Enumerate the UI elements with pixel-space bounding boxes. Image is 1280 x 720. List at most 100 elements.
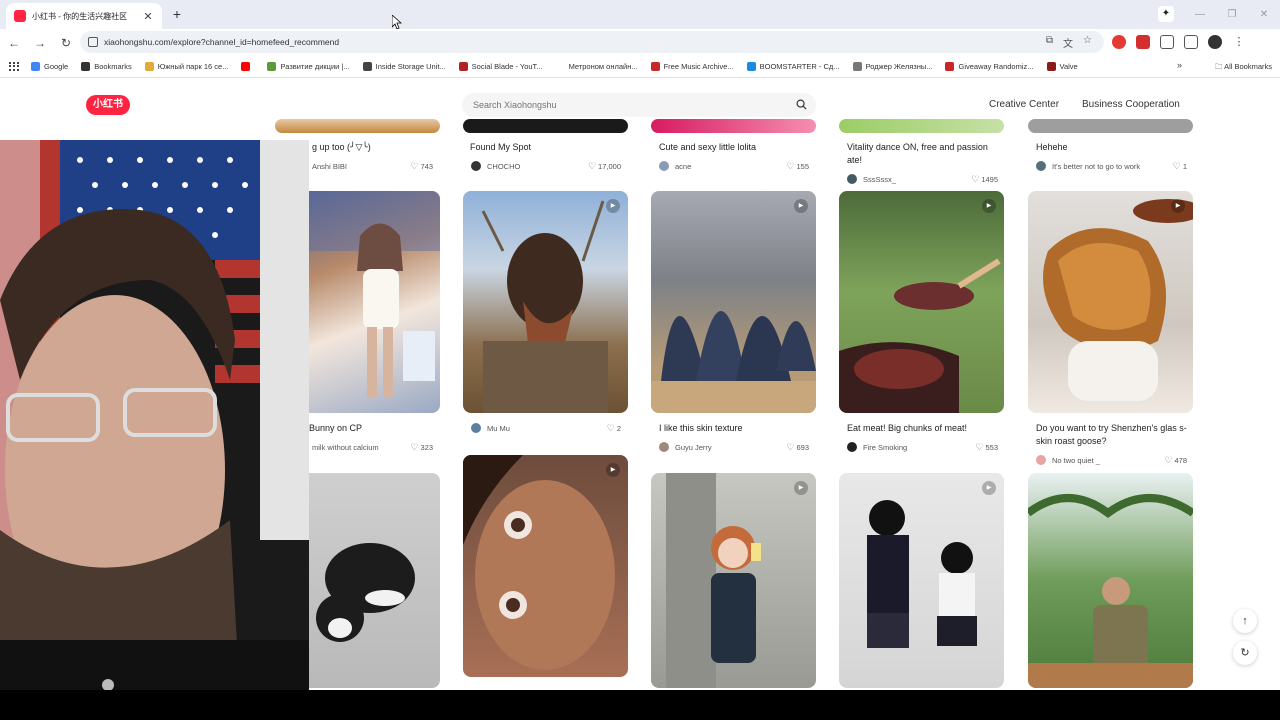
like-count[interactable]: ♡ 17,000: [576, 161, 621, 172]
browser-toolbar: ← → ↻ xiaohongshu.com/explore?channel_id…: [0, 29, 1280, 56]
bookmarks-overflow-button[interactable]: »: [1176, 60, 1182, 70]
like-count[interactable]: ♡ 2: [596, 423, 621, 434]
reload-icon[interactable]: ↻: [54, 33, 78, 53]
creative-center-link[interactable]: Creative Center: [989, 99, 1059, 110]
like-count[interactable]: ♡ 323: [400, 442, 433, 453]
note-author[interactable]: Anshi BIBI: [312, 160, 347, 172]
xiaohongshu-favicon-icon: [14, 10, 26, 22]
note-title[interactable]: Found My Spot: [470, 141, 625, 154]
note-author[interactable]: milk without calcium: [312, 441, 379, 453]
address-bar[interactable]: xiaohongshu.com/explore?channel_id=homef…: [80, 31, 1104, 53]
bookmark-item[interactable]: [241, 62, 254, 71]
author-name: Mu Mu: [487, 423, 510, 433]
note-title[interactable]: Bunny on CP: [309, 422, 439, 435]
restore-icon[interactable]: ❐: [1216, 9, 1248, 20]
site-settings-icon[interactable]: [88, 37, 98, 47]
like-count[interactable]: ♡ 1: [1160, 161, 1187, 172]
translate-icon[interactable]: 文: [1063, 35, 1073, 50]
bookmark-item[interactable]: Развитие дикции |...: [267, 62, 350, 71]
extensions-puzzle-icon[interactable]: [1160, 35, 1174, 49]
like-count[interactable]: ♡ 553: [964, 442, 998, 453]
bookmark-item[interactable]: Bookmarks: [81, 62, 132, 71]
note-cover-image[interactable]: ▶: [463, 191, 628, 413]
note-author[interactable]: It's better not to go to work: [1036, 160, 1140, 172]
bookmark-item[interactable]: Inside Storage Unit...: [362, 62, 446, 71]
note-cover-image[interactable]: ▶: [651, 191, 816, 413]
bookmark-favicon-icon: [267, 62, 277, 71]
bookmark-item[interactable]: BOOMSTARTER - Сд...: [746, 62, 840, 71]
bookmark-item[interactable]: Social Blade - YouT...: [458, 62, 543, 71]
bookmark-item[interactable]: Valve: [1046, 62, 1078, 71]
note-cover-image[interactable]: [651, 119, 816, 133]
minimize-icon[interactable]: —: [1184, 9, 1216, 20]
menu-kebab-icon[interactable]: ⋮: [1232, 35, 1246, 49]
mouse-cursor-icon: [392, 15, 402, 29]
note-title[interactable]: Vitality dance ON, free and passion ate!: [847, 141, 1002, 167]
profile-avatar[interactable]: [1208, 35, 1222, 49]
like-count[interactable]: ♡ 155: [776, 161, 809, 172]
author-name: Fire Smoking: [863, 442, 908, 452]
note-cover-image[interactable]: [275, 119, 440, 133]
browser-tab[interactable]: 小红书 - 你的生活兴趣社区 ✕: [6, 3, 162, 29]
like-count[interactable]: ♡ 693: [776, 442, 809, 453]
bookmark-item[interactable]: Giveaway Randomiz...: [945, 62, 1034, 71]
note-title[interactable]: Eat meat! Big chunks of meat!: [847, 422, 1002, 435]
note-author[interactable]: Guyu Jerry: [659, 441, 712, 453]
note-author[interactable]: Mu Mu: [471, 422, 510, 434]
note-cover-image[interactable]: [1028, 119, 1193, 133]
note-cover-image[interactable]: [1028, 473, 1193, 688]
forward-icon[interactable]: →: [28, 33, 52, 53]
note-author[interactable]: CHOCHO: [471, 160, 520, 172]
bookmark-item[interactable]: Google: [31, 62, 68, 71]
note-author[interactable]: SssSssx_: [847, 173, 896, 185]
business-cooperation-link[interactable]: Business Cooperation: [1082, 99, 1180, 110]
heart-icon: ♡: [975, 442, 984, 452]
like-count[interactable]: ♡ 743: [400, 161, 433, 172]
bookmark-item[interactable]: Роджер Желязны...: [852, 62, 932, 71]
note-cover-image[interactable]: ▶: [463, 455, 628, 677]
search-icon[interactable]: [796, 99, 807, 110]
site-logo[interactable]: 小红书: [86, 95, 130, 115]
close-window-icon[interactable]: ✕: [1248, 9, 1280, 20]
search-input[interactable]: [462, 93, 816, 117]
new-tab-button[interactable]: +: [168, 5, 186, 23]
author-name: It's better not to go to work: [1052, 161, 1141, 171]
bookmark-star-icon[interactable]: ☆: [1083, 35, 1092, 50]
all-bookmarks-button[interactable]: 🗀 All Bookmarks: [1208, 61, 1272, 74]
note-cover-image[interactable]: ▶: [839, 191, 1004, 413]
refresh-feed-icon[interactable]: ↻: [1233, 641, 1257, 665]
video-play-icon: ▶: [1171, 199, 1185, 213]
back-to-top-icon[interactable]: ↑: [1233, 609, 1257, 633]
like-count[interactable]: ♡ 1495: [962, 174, 998, 185]
back-icon[interactable]: ←: [2, 33, 26, 53]
note-author[interactable]: Fire Smoking: [847, 441, 907, 453]
note-cover-image[interactable]: ▶: [651, 473, 816, 688]
note-title[interactable]: Do you want to try Shenzhen's glas s-ski…: [1036, 422, 1188, 448]
ai-sparkle-icon[interactable]: ✦: [1158, 6, 1174, 22]
bookmark-item[interactable]: Южный парк 16 се...: [144, 62, 228, 71]
note-author[interactable]: acne: [659, 160, 691, 172]
roast-goose-illustration: [1043, 199, 1193, 401]
like-count[interactable]: ♡ 478: [1152, 455, 1187, 466]
video-extension-icon[interactable]: [1136, 35, 1150, 49]
heart-icon: ♡: [786, 161, 795, 171]
bookmark-item[interactable]: Метроном онлайн...: [555, 62, 638, 71]
note-title[interactable]: I like this skin texture: [659, 422, 814, 435]
note-title[interactable]: Hehehe: [1036, 141, 1191, 154]
adblock-extension-icon[interactable]: [1112, 35, 1126, 49]
close-tab-icon[interactable]: ✕: [142, 10, 154, 23]
author-name: milk without calcium: [312, 442, 379, 452]
install-app-icon[interactable]: ⧉: [1046, 35, 1053, 50]
note-author[interactable]: No two quiet _: [1036, 454, 1100, 466]
note-title[interactable]: g up too (╯▽╰): [312, 141, 440, 154]
note-cover-image[interactable]: [463, 119, 628, 133]
note-cover-image[interactable]: [839, 119, 1004, 133]
note-cover-image[interactable]: ▶: [839, 473, 1004, 688]
bookmark-item[interactable]: Free Music Archive...: [650, 62, 734, 71]
bookmark-favicon-icon: [144, 62, 154, 71]
note-title[interactable]: Cute and sexy little lolita: [659, 141, 814, 154]
side-panel-icon[interactable]: [1184, 35, 1198, 49]
apps-grid-icon[interactable]: [9, 61, 19, 72]
note-cover-image[interactable]: ▶: [1028, 191, 1193, 413]
bookmark-favicon-icon: [31, 62, 40, 71]
